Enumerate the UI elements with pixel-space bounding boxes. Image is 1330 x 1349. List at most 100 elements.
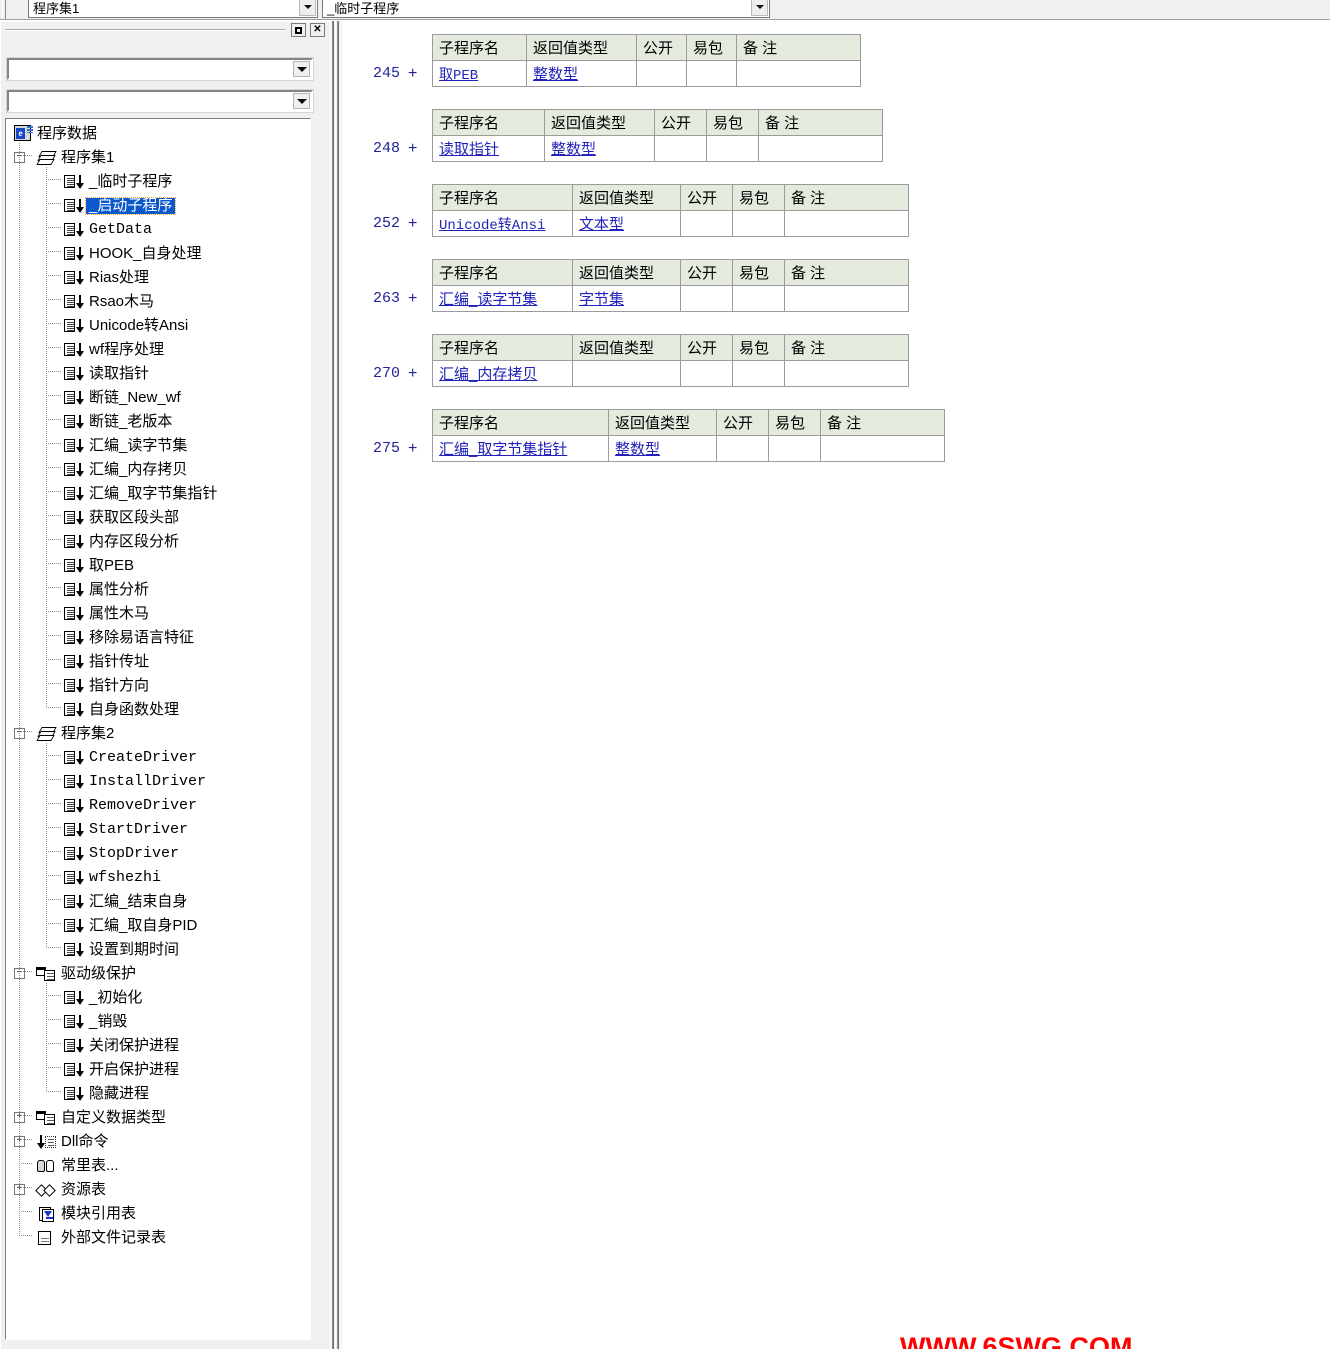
cell-link[interactable]: 整数型 xyxy=(551,141,596,158)
close-button[interactable]: ✕ xyxy=(310,23,325,37)
program-set-combo[interactable]: 程序集1 xyxy=(28,0,318,18)
easy-pack-cell[interactable] xyxy=(768,435,821,462)
easy-pack-cell[interactable] xyxy=(732,285,785,312)
tree-item[interactable]: 取PEB xyxy=(6,554,310,578)
tree-item[interactable]: HOOK_自身处理 xyxy=(6,242,310,266)
tree-item[interactable]: 属性木马 xyxy=(6,602,310,626)
panel-filter-combo-1[interactable] xyxy=(6,57,314,81)
tree-item[interactable]: +资源表 xyxy=(6,1178,310,1202)
tree-item[interactable]: +Dll命令 xyxy=(6,1130,310,1154)
remark-cell[interactable] xyxy=(758,135,883,162)
tree-item[interactable]: 获取区段头部 xyxy=(6,506,310,530)
easy-pack-cell[interactable] xyxy=(686,60,737,87)
subroutine-name-cell[interactable]: Unicode转Ansi xyxy=(432,210,573,237)
tree-item[interactable]: 汇编_结束自身 xyxy=(6,890,310,914)
tree-item[interactable]: wfshezhi xyxy=(6,866,310,890)
public-cell[interactable] xyxy=(636,60,687,87)
subroutine-name-cell[interactable]: 汇编_内存拷贝 xyxy=(432,360,573,387)
tree-item[interactable]: _销毁 xyxy=(6,1010,310,1034)
tree-item[interactable]: −程序集2 xyxy=(6,722,310,746)
tree-item[interactable]: RemoveDriver xyxy=(6,794,310,818)
tree-item[interactable]: 指针传址 xyxy=(6,650,310,674)
return-type-cell[interactable]: 整数型 xyxy=(608,435,717,462)
subroutine-name-cell[interactable]: 汇编_取字节集指针 xyxy=(432,435,609,462)
toolbar-grip[interactable] xyxy=(2,0,6,19)
restore-button[interactable] xyxy=(291,23,306,37)
tree-item[interactable]: 属性分析 xyxy=(6,578,310,602)
tree-item[interactable]: GetData xyxy=(6,218,310,242)
return-type-cell[interactable]: 文本型 xyxy=(572,210,681,237)
tree-item[interactable]: 汇编_取字节集指针 xyxy=(6,482,310,506)
chevron-down-icon[interactable] xyxy=(751,0,768,16)
tree-item[interactable]: Rsao木马 xyxy=(6,290,310,314)
expand-icon[interactable]: + xyxy=(408,441,417,457)
code-listing-area[interactable]: 245 + 子程序名 返回值类型 公开 易包备 注取PEB 整数型 248 + 子程序名 返回值类型… xyxy=(344,21,1330,1349)
tree-item[interactable]: StopDriver xyxy=(6,842,310,866)
tree-item[interactable]: InstallDriver xyxy=(6,770,310,794)
tree-item[interactable]: 内存区段分析 xyxy=(6,530,310,554)
tree-item[interactable]: 模块引用表 xyxy=(6,1202,310,1226)
chevron-down-icon[interactable] xyxy=(293,61,310,77)
expand-icon[interactable]: + xyxy=(408,291,417,307)
return-type-cell[interactable]: 整数型 xyxy=(544,135,655,162)
tree-item[interactable]: 自身函数处理 xyxy=(6,698,310,722)
subroutine-name-cell[interactable]: 汇编_读字节集 xyxy=(432,285,573,312)
tree-item[interactable]: 开启保护进程 xyxy=(6,1058,310,1082)
tree-item[interactable]: 读取指针 xyxy=(6,362,310,386)
return-type-cell[interactable]: 整数型 xyxy=(526,60,637,87)
tree-item-selected[interactable]: _启动子程序 xyxy=(6,194,310,218)
cell-link[interactable]: 文本型 xyxy=(579,216,624,233)
cell-link[interactable]: 汇编_取字节集指针 xyxy=(439,441,567,458)
cell-link[interactable]: 汇编_读字节集 xyxy=(439,291,537,308)
tree-item[interactable]: 常里表... xyxy=(6,1154,310,1178)
expand-icon[interactable]: + xyxy=(408,216,417,232)
public-cell[interactable] xyxy=(716,435,769,462)
tree-item[interactable]: −程序集1 xyxy=(6,146,310,170)
tree-item[interactable]: 外部文件记录表 xyxy=(6,1226,310,1250)
panel-filter-combo-2[interactable] xyxy=(6,89,314,113)
tree-item[interactable]: 断链_老版本 xyxy=(6,410,310,434)
return-type-cell[interactable] xyxy=(572,360,681,387)
tree-item[interactable]: 汇编_读字节集 xyxy=(6,434,310,458)
tree-item[interactable]: 设置到期时间 xyxy=(6,938,310,962)
tree-item[interactable]: 指针方向 xyxy=(6,674,310,698)
tree-item[interactable]: 关闭保护进程 xyxy=(6,1034,310,1058)
remark-cell[interactable] xyxy=(820,435,945,462)
expand-icon[interactable]: + xyxy=(408,66,417,82)
subroutine-name-cell[interactable]: 读取指针 xyxy=(432,135,545,162)
return-type-cell[interactable]: 字节集 xyxy=(572,285,681,312)
cell-link[interactable]: 汇编_内存拷贝 xyxy=(439,366,537,383)
easy-pack-cell[interactable] xyxy=(732,360,785,387)
remark-cell[interactable] xyxy=(736,60,861,87)
public-cell[interactable] xyxy=(654,135,707,162)
tree-item[interactable]: 断链_New_wf xyxy=(6,386,310,410)
tree-item[interactable]: e 程序数据 xyxy=(6,122,310,146)
tree-item[interactable]: 汇编_取自身PID xyxy=(6,914,310,938)
tree-item[interactable]: _初始化 xyxy=(6,986,310,1010)
tree-item[interactable]: 移除易语言特征 xyxy=(6,626,310,650)
cell-link[interactable]: Unicode转Ansi xyxy=(439,218,545,234)
remark-cell[interactable] xyxy=(784,360,909,387)
remark-cell[interactable] xyxy=(784,210,909,237)
subroutine-name-cell[interactable]: 取PEB xyxy=(432,60,527,87)
tree-item[interactable]: −驱动级保护 xyxy=(6,962,310,986)
panel-splitter[interactable] xyxy=(330,21,342,1349)
tree-item[interactable]: +自定义数据类型 xyxy=(6,1106,310,1130)
cell-link[interactable]: 字节集 xyxy=(579,291,624,308)
easy-pack-cell[interactable] xyxy=(732,210,785,237)
subroutine-combo[interactable]: _临时子程序 xyxy=(322,0,770,18)
easy-pack-cell[interactable] xyxy=(706,135,759,162)
chevron-down-icon[interactable] xyxy=(293,93,310,109)
tree-item[interactable]: _临时子程序 xyxy=(6,170,310,194)
tree-item[interactable]: wf程序处理 xyxy=(6,338,310,362)
public-cell[interactable] xyxy=(680,360,733,387)
remark-cell[interactable] xyxy=(784,285,909,312)
expand-icon[interactable]: + xyxy=(408,366,417,382)
tree-item[interactable]: 隐藏进程 xyxy=(6,1082,310,1106)
program-data-tree[interactable]: e程序数据−程序集1_临时子程序_启动子程序GetDataHOOK_自身处理Ri… xyxy=(5,118,311,1340)
public-cell[interactable] xyxy=(680,285,733,312)
tree-item[interactable]: Rias处理 xyxy=(6,266,310,290)
public-cell[interactable] xyxy=(680,210,733,237)
tree-item[interactable]: StartDriver xyxy=(6,818,310,842)
chevron-down-icon[interactable] xyxy=(299,0,316,16)
